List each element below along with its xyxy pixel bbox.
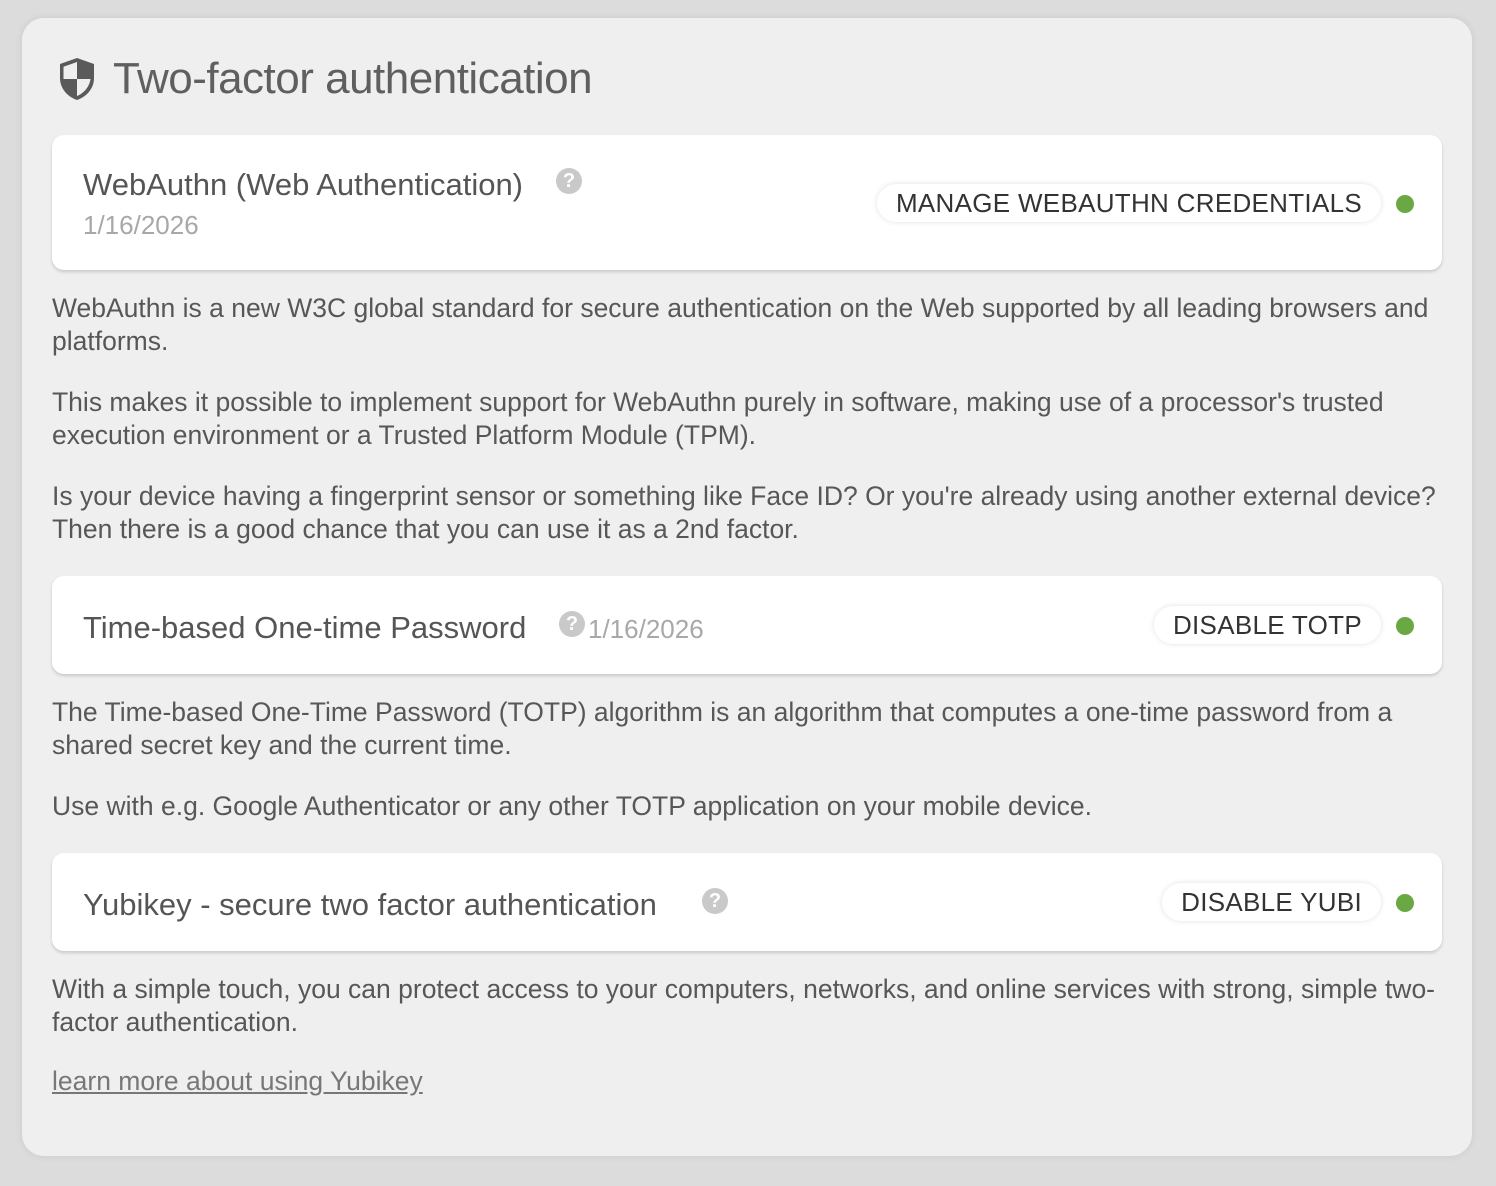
help-icon[interactable]: ? <box>702 888 728 914</box>
help-icon[interactable]: ? <box>559 611 585 637</box>
webauthn-date: 1/16/2026 <box>83 210 199 240</box>
totp-date: 1/16/2026 <box>588 614 704 644</box>
totp-description-2: Use with e.g. Google Authenticator or an… <box>52 791 1092 821</box>
webauthn-card: WebAuthn (Web Authentication) ? 1/16/202… <box>52 135 1442 270</box>
help-icon[interactable]: ? <box>556 168 582 194</box>
yubikey-card: Yubikey - secure two factor authenticati… <box>52 853 1442 951</box>
totp-card: Time-based One-time Password ? 1/16/2026… <box>52 576 1442 674</box>
disable-yubi-button[interactable]: DISABLE YUBI <box>1162 883 1381 921</box>
page-title: Two-factor authentication <box>113 54 593 103</box>
webauthn-description-2: This makes it possible to implement supp… <box>52 387 1384 450</box>
yubikey-description: With a simple touch, you can protect acc… <box>52 974 1436 1037</box>
disable-totp-button[interactable]: DISABLE TOTP <box>1153 606 1381 644</box>
webauthn-description-1: WebAuthn is a new W3C global standard fo… <box>52 293 1429 356</box>
totp-description-1: The Time-based One-Time Password (TOTP) … <box>52 697 1393 760</box>
webauthn-status-dot <box>1396 195 1414 213</box>
shield-icon <box>57 56 97 102</box>
yubikey-status-dot <box>1396 894 1414 912</box>
panel-header: Two-factor authentication <box>57 54 593 104</box>
learn-more-yubikey-link[interactable]: learn more about using Yubikey <box>52 1066 423 1097</box>
webauthn-description-3: Is your device having a fingerprint sens… <box>52 481 1436 544</box>
webauthn-title: WebAuthn (Web Authentication) <box>83 167 524 202</box>
yubikey-title: Yubikey - secure two factor authenticati… <box>83 887 657 922</box>
totp-status-dot <box>1396 617 1414 635</box>
manage-webauthn-button[interactable]: MANAGE WEBAUTHN CREDENTIALS <box>876 184 1381 222</box>
totp-title: Time-based One-time Password <box>83 610 527 645</box>
two-factor-panel: Two-factor authentication WebAuthn (Web … <box>22 18 1472 1156</box>
